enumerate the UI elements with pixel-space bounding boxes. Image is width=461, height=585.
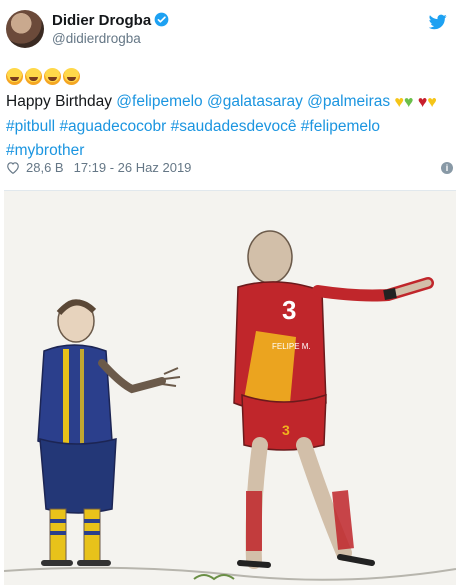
hashtag-saudadesdevoce[interactable]: #saudadesdevocê <box>171 118 297 135</box>
hashtag-mybrother[interactable]: #mybrother <box>6 142 84 159</box>
red-heart-icon: ♥ <box>417 94 428 111</box>
tweet-meta: 28,6 B 17:19 - 26 Haz 2019 <box>6 160 191 175</box>
green-heart-icon: ♥ <box>403 94 414 111</box>
like-count[interactable]: 28,6 B <box>26 160 64 175</box>
rofl-emoji-icon <box>6 68 23 85</box>
mention-palmeiras[interactable]: @palmeiras <box>307 93 390 110</box>
rofl-emoji-icon <box>25 68 42 85</box>
author-name-text: Didier Drogba <box>52 12 152 29</box>
hashtag-aguadecocobr[interactable]: #aguadecocobr <box>59 118 166 135</box>
tweet-text: Happy Birthday @felipemelo @galatasaray … <box>6 66 456 163</box>
mention-felipemelo[interactable]: @felipemelo <box>116 93 202 110</box>
shirt-number: 3 <box>282 295 296 325</box>
info-icon[interactable]: i <box>441 162 453 174</box>
author-avatar[interactable] <box>6 10 44 48</box>
tweet-body: Happy Birthday @felipemelo @galatasaray … <box>6 90 456 163</box>
mention-galatasaray[interactable]: @galatasaray <box>207 93 303 110</box>
yellow-heart-icon: ♥ <box>394 94 404 111</box>
author-name[interactable]: Didier Drogba <box>52 12 169 29</box>
tweet-media[interactable]: 3 FELIPE M. 3 <box>4 190 456 585</box>
hashtag-felipemelo[interactable]: #felipemelo <box>301 118 380 135</box>
heart-outline-icon[interactable] <box>6 161 20 174</box>
shirt-name: FELIPE M. <box>272 342 311 351</box>
yellow-heart-icon: ♥ <box>427 94 437 111</box>
shorts-number: 3 <box>282 422 290 438</box>
tweet-timestamp[interactable]: 17:19 - 26 Haz 2019 <box>74 160 192 175</box>
illustration-image: 3 FELIPE M. 3 <box>4 191 456 585</box>
hashtag-pitbull[interactable]: #pitbull <box>6 118 55 135</box>
twitter-bird-icon[interactable] <box>429 14 447 30</box>
rofl-emoji-icon <box>44 68 61 85</box>
verified-badge-icon <box>154 12 169 27</box>
rofl-emoji-icon <box>63 68 80 85</box>
birthday-text: Happy Birthday <box>6 93 117 110</box>
emoji-line <box>6 66 456 90</box>
author-handle[interactable]: @didierdrogba <box>52 31 141 46</box>
